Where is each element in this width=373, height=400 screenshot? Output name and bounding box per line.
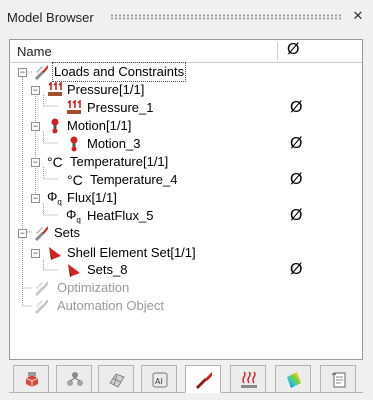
column-separator[interactable] [277,42,278,60]
temperature-icon: °C [47,154,63,170]
motion-icon [70,136,78,152]
tree-label-motion-3: Motion_3 [87,136,141,151]
motion-icon [51,118,59,134]
ai-icon: AI [152,372,168,388]
title-bar: Model Browser ✕ [0,0,373,32]
assembly-icon [67,372,83,386]
tree-label-flux-folder: Flux[1/1] [67,190,117,205]
loads-constraints-icon [35,65,48,80]
automation-icon [35,299,48,314]
tab-parts[interactable] [13,365,49,393]
pressure-icon [48,82,62,96]
tree-label-automation-object: Automation Object [57,298,164,313]
collapse-toggle[interactable]: − [31,249,40,258]
phi-subscript: q [57,197,62,207]
state-icon[interactable]: Ø [290,208,302,224]
shell-set-icon [68,264,80,277]
tree-item-sets-8[interactable]: Sets_8 Ø [10,261,362,279]
tab-assembly[interactable] [56,365,92,393]
pressure-icon [67,100,81,114]
tab-ai[interactable]: AI [141,365,177,393]
loads-icon [196,372,212,389]
drag-grip[interactable] [110,14,342,20]
close-button[interactable]: ✕ [350,8,366,24]
results-contour-icon [287,372,301,388]
tree-item-pressure-1[interactable]: Pressure_1 Ø [10,99,362,117]
model-tree-panel: Name Ø − Loads and Constraints − Pressur… [9,39,363,360]
parts-cube-icon [25,372,39,387]
mesh-icon [109,373,125,388]
collapse-toggle[interactable]: − [31,194,40,203]
tree-item-motion-folder[interactable]: − Motion[1/1] [10,117,362,135]
report-icon [331,372,346,388]
tree-item-flux-folder[interactable]: − Φq Flux[1/1] [10,189,362,207]
tree-label-motion-folder: Motion[1/1] [67,118,132,133]
tree-label-optimization: Optimization [57,280,130,295]
tree-item-automation-object[interactable]: Automation Object [10,297,362,315]
state-icon[interactable]: Ø [290,136,302,152]
tree-item-optimization[interactable]: Optimization [10,279,362,297]
window-title: Model Browser [7,10,94,25]
tab-results[interactable] [275,365,311,393]
tree-label-loads-and-constraints: Loads and Constraints [51,62,187,82]
browser-tab-bar: AI [9,365,363,394]
column-header: Name Ø [10,40,362,63]
shell-set-icon [49,247,61,260]
tab-report[interactable] [320,365,356,393]
state-icon[interactable]: Ø [290,262,302,278]
state-column-icon: Ø [287,41,300,58]
optimization-icon [35,281,48,296]
tree-label-sets: Sets [54,225,81,240]
temperature-icon: °C [67,172,83,188]
tree-item-temperature-folder[interactable]: − °C Temperature[1/1] [10,153,362,171]
tree-item-temperature-4[interactable]: °C Temperature_4 Ø [10,171,362,189]
tree-label-sets-8: Sets_8 [87,262,128,277]
tree-item-shell-element-set[interactable]: − Shell Element Set[1/1] [10,244,362,262]
tree-label-pressure-folder: Pressure[1/1] [67,82,145,97]
tab-heat[interactable] [230,365,266,393]
tree-item-loads-and-constraints[interactable]: − Loads and Constraints [10,62,362,82]
tree-item-pressure-folder[interactable]: − Pressure[1/1] [10,81,362,99]
collapse-toggle[interactable]: − [18,229,27,238]
state-icon[interactable]: Ø [290,100,302,116]
tab-mesh[interactable] [98,365,134,393]
collapse-toggle[interactable]: − [31,158,40,167]
tab-loads[interactable] [185,365,221,393]
heat-icon [241,371,257,388]
phi-glyph: Φ [66,207,77,222]
state-icon[interactable]: Ø [290,172,302,188]
tree-item-motion-3[interactable]: Motion_3 Ø [10,135,362,153]
svg-text:AI: AI [155,377,163,386]
tree-item-heatflux-5[interactable]: Φq HeatFlux_5 Ø [10,207,362,225]
tree-label-temperature-4: Temperature_4 [90,172,178,187]
name-column-header[interactable]: Name [17,44,52,59]
collapse-toggle[interactable]: − [31,86,40,95]
tree-label-heatflux-5: HeatFlux_5 [87,208,154,223]
sets-icon [35,226,48,241]
collapse-toggle[interactable]: − [18,68,27,77]
tree-label-pressure-1: Pressure_1 [87,100,154,115]
tree-label-shell-element-set: Shell Element Set[1/1] [67,245,196,260]
tree-item-sets[interactable]: − Sets [10,224,362,242]
collapse-toggle[interactable]: − [31,122,40,131]
phi-glyph: Φ [47,189,58,204]
tree-label-temperature-folder: Temperature[1/1] [70,154,169,169]
